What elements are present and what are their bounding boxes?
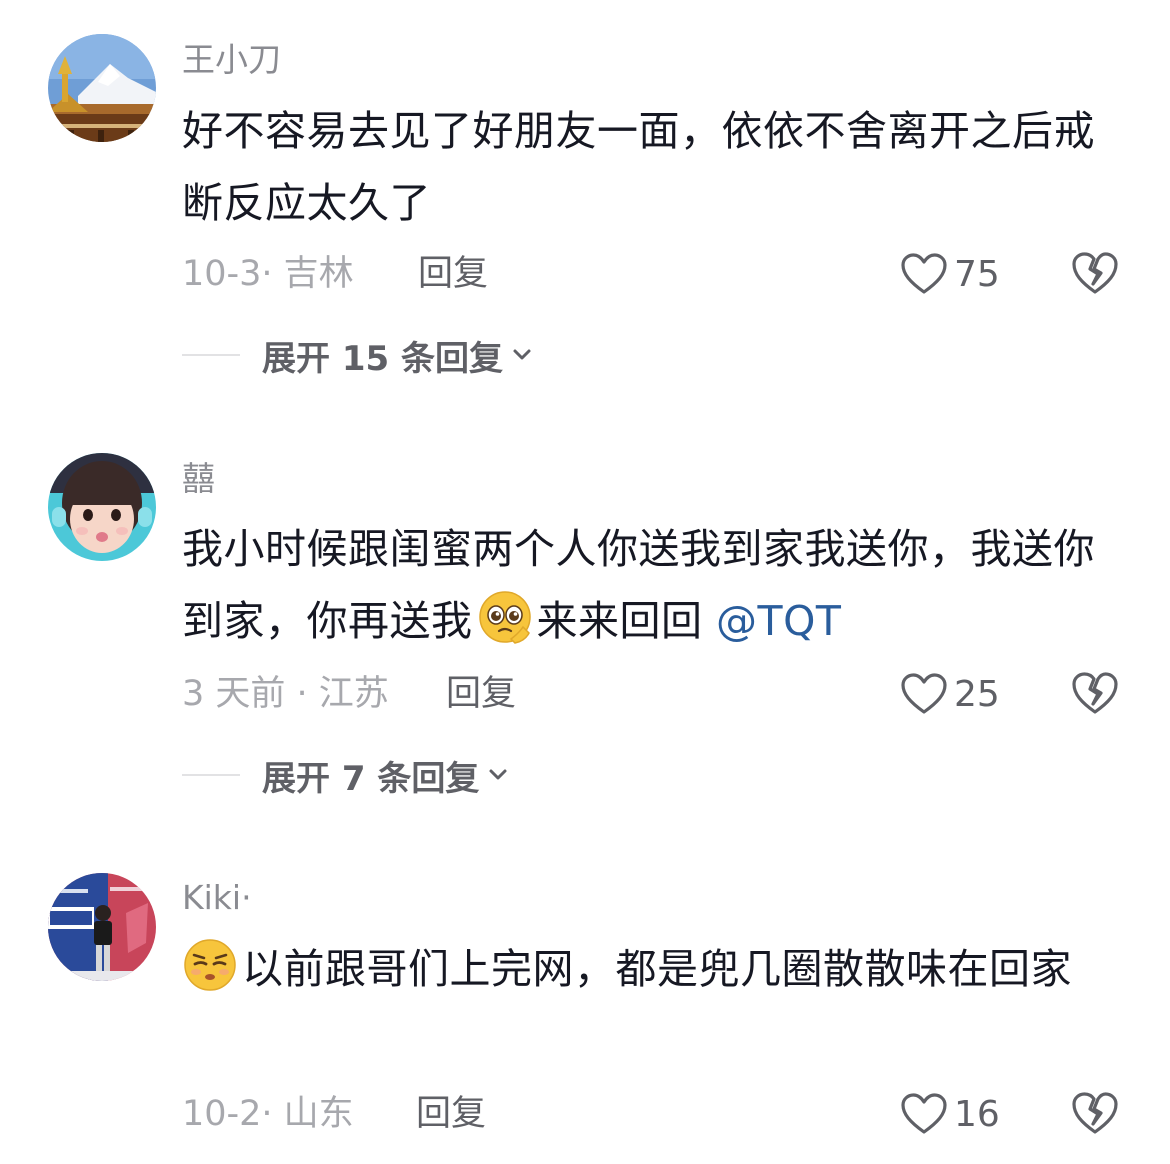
avatar-image [48, 873, 156, 981]
avatar[interactable] [48, 873, 156, 981]
like-count: 16 [954, 1093, 1000, 1135]
like-button[interactable]: 16 [900, 1089, 1000, 1139]
reply-button[interactable]: 回复 [416, 1092, 486, 1136]
username[interactable]: Kiki· [182, 878, 252, 918]
comment-3: Kiki· 以前跟哥们上完网，都是兜几圈散散味在回家 10-2· 山东 回复 1… [0, 0, 1170, 1164]
comment-text: 以前跟哥们上完网，都是兜几圈散散味在回家 [182, 933, 1122, 1005]
comment-meta: 10-2· 山东 [182, 1094, 354, 1134]
broken-heart-icon[interactable] [1071, 1089, 1119, 1137]
heart-outline-icon [901, 1093, 947, 1134]
comment-text-part: 以前跟哥们上完网，都是兜几圈散散味在回家 [242, 945, 1072, 993]
unamused-face-emoji-icon [184, 939, 236, 991]
